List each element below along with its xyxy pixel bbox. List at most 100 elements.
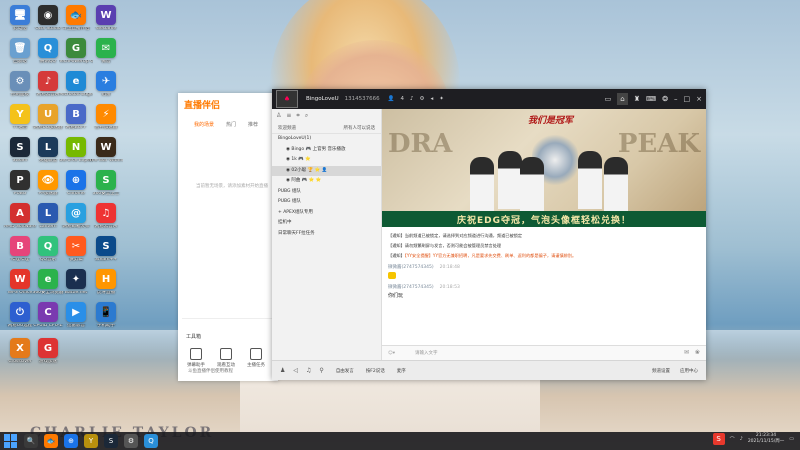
channel-row[interactable]: ◉ 02小聪 🏆 ⭐ 👤 <box>272 165 381 176</box>
channel-sidebar: ♙ ≡ ⌗ ⌕ 欢迎频道 所有人可以说话 BingoLoveU(1) ◉ Bing… <box>272 109 382 360</box>
app-center-button[interactable]: 应用中心 <box>680 368 698 374</box>
amd-icon: A <box>10 203 30 223</box>
send-icon[interactable]: ✉ <box>684 349 689 356</box>
settings-task-icon[interactable]: ⚙ <box>124 434 138 448</box>
game-icon[interactable]: ♜ <box>634 95 640 103</box>
hold-talk-button[interactable]: 按F2说话 <box>366 368 385 374</box>
flower-icon[interactable]: ❀ <box>695 349 700 356</box>
desktop-icon[interactable]: B 网易BUFF <box>59 104 93 131</box>
channel-row[interactable]: + APEX组队专用 <box>272 208 381 219</box>
chat-area: 【通知】当前频道已被锁定，请选择到对应频道进行沟通，频道已被锁定 【通知】请勿频繁… <box>382 227 706 345</box>
desktop-icon-label: The War Within <box>89 159 123 163</box>
bell-icon[interactable]: ♪ <box>410 96 414 102</box>
desktop-icon[interactable]: ✉ 微信 <box>89 38 123 65</box>
desktop-icon[interactable]: e Microsoft Edge <box>59 71 93 98</box>
douyu-tab[interactable]: 推荐 <box>248 121 258 128</box>
desktop-icon[interactable]: ⚡ 雷神加速器 <box>89 104 123 131</box>
desktop-icon[interactable]: W The War Within <box>89 137 123 164</box>
skin-icon[interactable]: ❂ <box>662 95 668 103</box>
phone-icon: 📱 <box>96 302 116 322</box>
volume-icon[interactable]: ♪ <box>740 436 743 442</box>
channel-row[interactable]: ◉ 阿曲 🎮 ⭐ ⭐ <box>272 176 381 187</box>
more-icon[interactable]: ✦ <box>439 96 444 102</box>
home-icon[interactable]: ⌂ <box>617 93 628 105</box>
edg-banner[interactable]: DRA PEAK 我们是冠军 庆祝EDG夺冠，气泡头像框轻松兑换！ <box>382 109 706 227</box>
desktop-icon[interactable]: ♫ 网易云音乐 <box>89 203 123 230</box>
desktop-icon[interactable]: S 360安全卫士 <box>89 170 123 197</box>
channel-settings-button[interactable]: 频道设置 <box>652 368 670 374</box>
speaker-icon[interactable]: ◁ <box>293 367 298 374</box>
desktop-icon[interactable]: G TechPowerUp GPU-Z <box>59 38 93 65</box>
desktop-icon[interactable]: ▶ 迅雷影音 <box>59 302 93 329</box>
tag-icon[interactable]: ⌗ <box>296 112 299 120</box>
desktop-icon[interactable]: @ 网易邮箱大师 <box>59 203 93 230</box>
desktop-icon[interactable]: ✂ 快剪辑 <box>59 236 93 263</box>
desktop-icon[interactable]: ✈ 迅雷 <box>89 71 123 98</box>
steam-task-icon[interactable]: S <box>104 434 118 448</box>
channel-row[interactable]: BingoLoveU(1) <box>272 134 381 145</box>
douyu-tutorial-link[interactable]: 斗鱼直播伴侣使用教程 <box>188 368 233 374</box>
mic-avatar-icon[interactable]: ♟ <box>280 367 285 374</box>
tool-icon <box>250 348 262 360</box>
person-icon[interactable]: ♙ <box>276 112 281 120</box>
douyu-tab[interactable]: 我的场景 <box>194 121 214 128</box>
channel-header-left[interactable]: 欢迎频道 <box>278 125 296 131</box>
close-icon[interactable]: × <box>696 95 702 103</box>
system-notice: 【通知】当前频道已被锁定，请选择到对应频道进行沟通，频道已被锁定 <box>388 231 700 241</box>
desktop-icon[interactable]: H 虎牙直播 <box>89 269 123 296</box>
wifi-icon[interactable]: ⌒ <box>730 436 735 443</box>
mic-setting-icon[interactable]: ♫ <box>306 367 311 374</box>
desktop-icon[interactable]: ⊕ Chrome <box>59 170 93 197</box>
desktop-icon[interactable]: G 游戏加速 <box>31 338 65 365</box>
douyu-tool[interactable]: 观看互动 <box>214 348 238 368</box>
mic-icon[interactable]: ◂ <box>430 96 433 102</box>
apply-mic-button[interactable]: 麦序 <box>397 368 406 374</box>
message-sender[interactable]: 微微酱(2747574345) 20:18:48 <box>388 264 700 270</box>
video-icon[interactable]: ▭ <box>605 95 612 103</box>
avatar[interactable]: ♠ <box>276 90 298 108</box>
channel-row[interactable]: PUBG 组队 <box>272 197 381 208</box>
desktop-icon[interactable]: N GeForce Experience <box>59 137 93 164</box>
douyu-tabs: 我的场景 热门 推荐 <box>194 121 258 128</box>
channel-row[interactable]: 挂机中 <box>272 218 381 229</box>
maximize-icon[interactable]: □ <box>684 95 691 103</box>
desktop-icon[interactable]: W WeGame <box>89 5 123 32</box>
qq-task-icon[interactable]: Q <box>144 434 158 448</box>
computer-icon: 🖥 <box>10 5 30 25</box>
emoji-icon[interactable]: ☺▾ <box>388 351 395 356</box>
settings-icon[interactable]: ⚙ <box>420 96 425 102</box>
channel-row[interactable]: ◉ Bingo 🎮 上官男 音乐播放 <box>272 145 381 156</box>
player-figure <box>498 151 522 209</box>
chrome-task-icon[interactable]: ⊕ <box>64 434 78 448</box>
douyu-task-icon[interactable]: 🐟 <box>44 434 58 448</box>
douyu-tool[interactable]: 弹幕助手 <box>184 348 208 368</box>
chat-input[interactable]: 请输入文字 <box>415 350 438 356</box>
minimize-icon[interactable]: – <box>674 95 678 103</box>
search-icon[interactable]: ⌕ <box>305 112 308 120</box>
notification-icon[interactable]: ▭ <box>789 436 794 442</box>
message-time: 20:18:53 <box>439 285 460 290</box>
yy-task-icon[interactable]: Y <box>84 434 98 448</box>
control-panel-icon: ⚙ <box>10 71 30 91</box>
clock[interactable]: 21:23:34 2021/11/15/周一 <box>748 433 784 445</box>
chrome-icon: ⊕ <box>66 170 86 190</box>
free-mic-button[interactable]: 自由发言 <box>336 368 354 374</box>
sogou-icon[interactable]: S <box>712 433 725 445</box>
message-sender[interactable]: 微微酱(2747574345) 20:18:53 <box>388 284 700 290</box>
desktop-icon[interactable]: ✦ Battle.net <box>59 269 93 296</box>
channel-row[interactable]: PUBG 组队 <box>272 187 381 198</box>
gamepad-icon[interactable]: ⌨ <box>646 95 656 103</box>
list-icon[interactable]: ≡ <box>286 112 291 120</box>
banner-strip: 庆祝EDG夺冠，气泡头像框轻松兑换！ <box>382 211 706 227</box>
channel-row[interactable]: 日常聊天FF拉任务 <box>272 229 381 240</box>
douyu-tab[interactable]: 热门 <box>226 121 236 128</box>
desktop-icon[interactable]: S Steam++ <box>89 236 123 263</box>
desktop-icon[interactable]: 🐟 斗鱼直播伴侣 <box>59 5 93 32</box>
search-icon[interactable]: 🔍 <box>24 434 38 448</box>
desktop-icon[interactable]: 📱 手机助手 <box>89 302 123 329</box>
start-button[interactable] <box>4 434 18 448</box>
douyu-tool[interactable]: 主播任务 <box>244 348 268 368</box>
volume-icon[interactable]: ⚲ <box>319 367 323 374</box>
notice-text: 请勿频繁刷屏与发言，否则可能会被管理员禁言处理 <box>404 243 502 248</box>
channel-row[interactable]: ◉ 1k 🎮 ⭐ <box>272 155 381 166</box>
